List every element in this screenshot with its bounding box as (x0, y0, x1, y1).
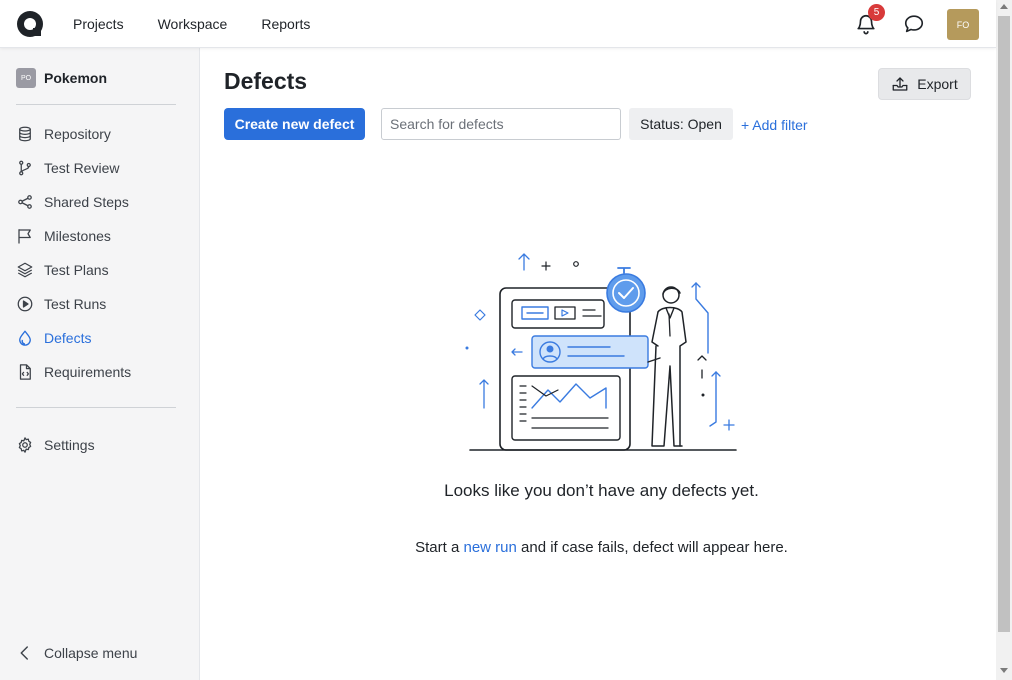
database-icon (19, 126, 31, 142)
sidebar-item-label: Test Runs (44, 296, 107, 312)
empty-state-title: Looks like you don’t have any defects ye… (444, 481, 759, 500)
sidebar-item-requirements[interactable]: Requirements (16, 358, 186, 386)
sidebar-item-test-runs[interactable]: Test Runs (16, 290, 186, 318)
scroll-up-arrow[interactable] (1000, 4, 1008, 9)
status-filter-chip[interactable]: Status: Open (629, 108, 733, 140)
sidebar-item-shared-steps[interactable]: Shared Steps (16, 188, 186, 216)
create-new-defect-button[interactable]: Create new defect (224, 108, 365, 140)
file-code-icon (19, 364, 31, 380)
export-button[interactable]: Export (878, 68, 971, 100)
user-avatar[interactable]: FO (947, 9, 979, 40)
chat-icon[interactable] (903, 13, 925, 35)
sidebar-item-label: Requirements (44, 364, 132, 380)
sidebar-item-test-plans[interactable]: Test Plans (16, 256, 186, 284)
sidebar-item-label: Test Review (44, 160, 120, 176)
sidebar-item-repository[interactable]: Repository (16, 120, 186, 148)
scroll-thumb[interactable] (998, 16, 1010, 632)
project-switcher[interactable]: PO Pokemon (16, 68, 107, 88)
scroll-down-arrow[interactable] (1000, 668, 1008, 673)
main-content: Defects Export Create new defect Status:… (200, 48, 996, 680)
collapse-menu-label: Collapse menu (44, 645, 138, 661)
new-run-link[interactable]: new run (463, 539, 516, 556)
share-icon (18, 195, 32, 209)
gear-icon (18, 437, 32, 453)
chevron-left-icon (20, 646, 28, 660)
notification-count-badge: 5 (868, 4, 885, 21)
play-circle-icon (17, 296, 33, 312)
sidebar-item-milestones[interactable]: Milestones (16, 222, 186, 250)
add-filter-link[interactable]: + Add filter (741, 117, 808, 133)
sidebar-divider (16, 104, 176, 105)
nav-projects[interactable]: Projects (56, 16, 141, 32)
sidebar-item-settings[interactable]: Settings (16, 431, 186, 459)
qase-logo-icon[interactable] (16, 10, 44, 38)
sidebar: PO Pokemon Repository Test Review Shared… (0, 48, 200, 680)
sidebar-item-label: Milestones (44, 228, 111, 244)
project-name: Pokemon (44, 70, 108, 86)
sidebar-item-label: Defects (44, 330, 92, 346)
layers-icon (17, 262, 33, 278)
bug-drop-icon (19, 330, 31, 346)
top-nav-menu: Projects Workspace Reports (56, 0, 327, 48)
page-scrollbar[interactable] (996, 0, 1012, 680)
empty-state-description: Start a new run and if case fails, defec… (200, 539, 1003, 556)
sidebar-divider (16, 407, 176, 408)
empty-state-illustration (465, 253, 737, 451)
flag-icon (18, 229, 31, 244)
export-label: Export (917, 76, 958, 92)
sidebar-item-label: Shared Steps (44, 194, 129, 210)
sidebar-item-test-review[interactable]: Test Review (16, 154, 186, 182)
sidebar-item-label: Repository (44, 126, 111, 142)
sidebar-item-label: Settings (44, 437, 95, 453)
page-title: Defects (224, 68, 308, 94)
search-input[interactable] (381, 108, 621, 140)
nav-workspace[interactable]: Workspace (141, 16, 245, 32)
collapse-menu-button[interactable]: Collapse menu (16, 639, 186, 667)
nav-reports[interactable]: Reports (244, 16, 327, 32)
branch-icon (19, 160, 31, 176)
empty-state-text-after: and if case fails, defect will appear he… (521, 539, 788, 556)
sidebar-item-label: Test Plans (44, 262, 109, 278)
project-badge: PO (16, 68, 36, 88)
sidebar-item-defects[interactable]: Defects (16, 324, 186, 352)
export-icon (892, 77, 908, 91)
top-navigation-bar: Projects Workspace Reports 5 FO (0, 0, 996, 48)
empty-state-text-before: Start a (415, 539, 460, 556)
